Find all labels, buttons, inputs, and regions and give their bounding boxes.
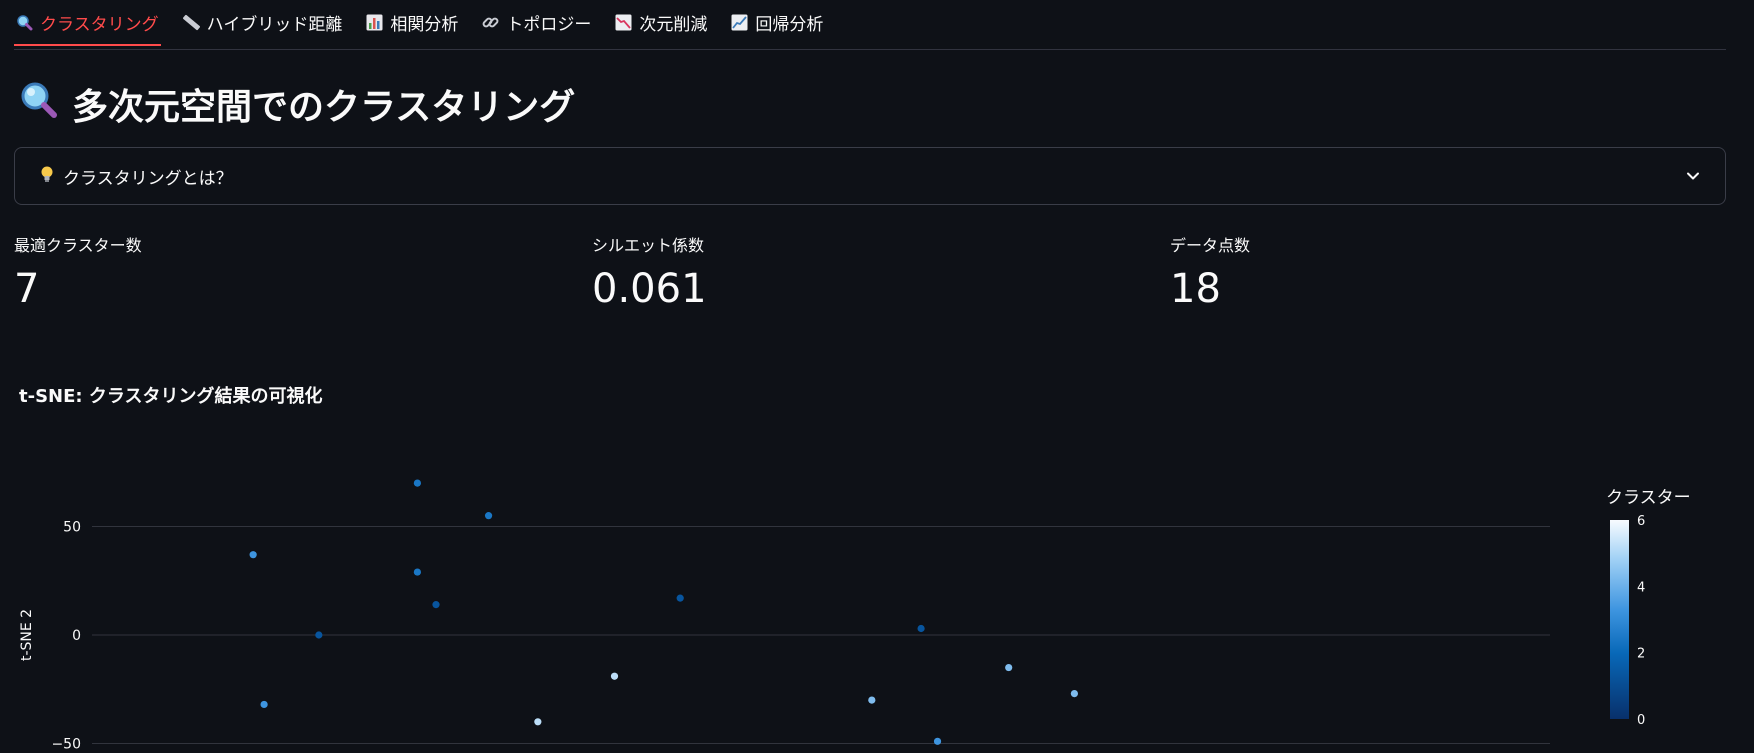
tab-label: トポロジー — [506, 14, 592, 35]
data-point[interactable] — [484, 512, 493, 520]
page-title-text: 多次元空間でのクラスタリング — [72, 87, 576, 128]
chart-grid — [92, 526, 1550, 744]
y-axis-ticks: 50 0 −50 — [51, 520, 81, 753]
tab-label: ハイブリッド距離 — [206, 14, 343, 35]
tab-hybrid-distance[interactable]: ハイブリッド距離 — [181, 0, 345, 46]
data-points — [249, 479, 1078, 745]
chart-decreasing-icon — [615, 14, 632, 31]
data-point[interactable] — [260, 700, 268, 709]
data-point[interactable] — [868, 696, 876, 704]
tab-correlation[interactable]: 相関分析 — [364, 0, 460, 46]
metric-label: 最適クラスター数 — [14, 236, 142, 255]
colorbar-ticks: 6 4 2 0 — [1637, 514, 1645, 728]
data-point[interactable] — [917, 624, 925, 633]
data-point[interactable] — [1005, 663, 1013, 672]
tab-clustering[interactable]: クラスタリング — [14, 0, 161, 46]
expander-label: クラスタリングとは？ — [63, 168, 233, 189]
metric-value: 0.061 — [592, 266, 707, 312]
colorbar-tick-label: 0 — [1637, 713, 1645, 728]
tab-bar: クラスタリング ハイブリッド距離 相関分析 トポロジー 次元削減 回帰分析 — [14, 0, 1726, 50]
tab-label: 相関分析 — [390, 14, 459, 35]
tab-dimension-reduction[interactable]: 次元削減 — [613, 0, 709, 46]
colorbar-gradient — [1610, 520, 1629, 719]
metric-value: 18 — [1170, 266, 1221, 312]
colorbar-tick-label: 2 — [1637, 647, 1645, 662]
link-icon — [482, 14, 499, 31]
metric-silhouette: シルエット係数 0.061 — [592, 232, 707, 312]
tab-label: 回帰分析 — [755, 14, 824, 35]
what-is-clustering-expander[interactable]: クラスタリングとは？ — [14, 147, 1726, 205]
metric-data-points: データ点数 18 — [1170, 232, 1250, 312]
colorbar-title: クラスター — [1606, 488, 1691, 508]
page-title: 多次元空間でのクラスタリング — [20, 78, 575, 130]
metric-label: シルエット係数 — [592, 236, 705, 255]
y-tick-label: 0 — [72, 628, 81, 644]
tab-label: クラスタリング — [40, 14, 159, 35]
chevron-down-icon[interactable] — [1683, 166, 1703, 186]
data-point[interactable] — [315, 631, 323, 639]
colorbar-tick-label: 6 — [1637, 514, 1645, 529]
y-axis-label: t-SNE 2 — [19, 609, 35, 661]
data-point[interactable] — [610, 672, 619, 680]
lightbulb-icon — [39, 165, 55, 188]
data-point[interactable] — [534, 718, 542, 726]
data-point[interactable] — [1070, 689, 1078, 698]
tab-topology[interactable]: トポロジー — [480, 0, 593, 46]
tab-regression[interactable]: 回帰分析 — [729, 0, 825, 46]
magnifier-icon — [20, 81, 58, 128]
metric-optimal-clusters: 最適クラスター数 7 — [14, 232, 142, 312]
metric-value: 7 — [14, 266, 40, 312]
data-point[interactable] — [413, 479, 421, 487]
y-tick-label: −50 — [51, 737, 81, 753]
data-point[interactable] — [676, 594, 684, 602]
data-point[interactable] — [432, 601, 440, 609]
colorbar-tick-label: 4 — [1637, 580, 1645, 595]
chart-title: t-SNE: クラスタリング結果の可視化 — [19, 386, 323, 407]
bar-chart-icon — [366, 14, 383, 31]
magnifier-icon — [16, 14, 33, 31]
y-tick-label: 50 — [63, 520, 81, 536]
metric-label: データ点数 — [1170, 236, 1251, 255]
tab-label: 次元削減 — [639, 14, 708, 35]
chart-increasing-icon — [731, 14, 748, 31]
data-point[interactable] — [249, 551, 257, 559]
tsne-scatter-chart[interactable]: 50 0 −50 t-SNE 2 クラスター 6 4 2 0 — [0, 410, 1754, 753]
ruler-icon — [182, 14, 200, 31]
data-point[interactable] — [933, 737, 942, 745]
data-point[interactable] — [413, 568, 421, 576]
colorbar: クラスター 6 4 2 0 — [1606, 488, 1691, 728]
